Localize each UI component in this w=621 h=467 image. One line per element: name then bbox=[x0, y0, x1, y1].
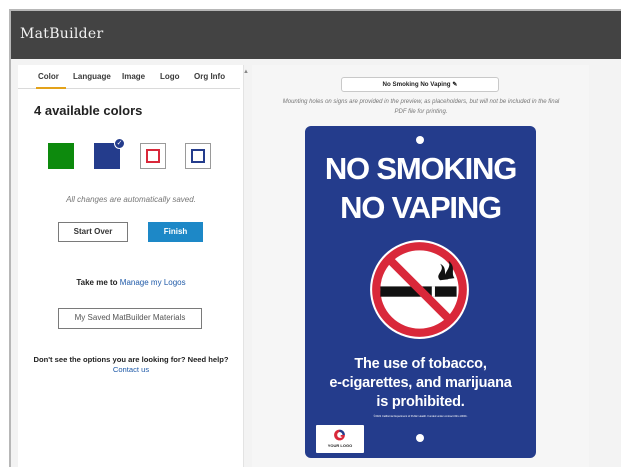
logo-placeholder: YOUR LOGO bbox=[316, 425, 364, 453]
sign-preview: NO SMOKING NO VAPING The use of tobacco,… bbox=[305, 126, 536, 458]
tab-image[interactable]: Image bbox=[122, 72, 145, 81]
tab-color[interactable]: Color bbox=[38, 72, 59, 81]
no-smoking-icon bbox=[370, 240, 469, 339]
logo-mark-icon bbox=[334, 429, 345, 441]
scroll-up-arrow-icon[interactable]: ▲ bbox=[243, 69, 249, 75]
sign-headline-1: NO SMOKING bbox=[324, 151, 517, 186]
saved-materials-button[interactable]: My Saved MatBuilder Materials bbox=[58, 308, 202, 329]
autosave-note: All changes are automatically saved. bbox=[66, 195, 196, 204]
preview-panel: No Smoking No Vaping ✎ Mounting holes on… bbox=[252, 65, 589, 467]
color-swatch-navy[interactable]: ✓ bbox=[94, 138, 125, 169]
workspace: Color Language Image Logo Org Info ▲ 4 a… bbox=[11, 59, 621, 467]
available-colors-heading: 4 available colors bbox=[34, 103, 143, 118]
sign-body-2: e-cigarettes, and marijuana bbox=[329, 375, 512, 391]
mounting-holes-note: Mounting holes on signs are provided in … bbox=[282, 99, 560, 115]
sign-body-3: is prohibited. bbox=[376, 394, 465, 410]
logo-placeholder-text: YOUR LOGO bbox=[327, 443, 353, 448]
start-over-button[interactable]: Start Over bbox=[58, 222, 128, 242]
tab-logo[interactable]: Logo bbox=[160, 72, 180, 81]
color-swatch-red-outline[interactable] bbox=[140, 143, 166, 169]
document-title-field[interactable]: No Smoking No Vaping ✎ bbox=[341, 77, 499, 92]
edit-pencil-icon[interactable]: ✎ bbox=[452, 81, 457, 88]
color-swatch-green[interactable] bbox=[48, 143, 74, 169]
sign-fine-print: ©2021 California Department of Public He… bbox=[373, 415, 468, 418]
app-header: MatBuilder bbox=[11, 11, 621, 59]
option-tabs: Color Language Image Logo Org Info bbox=[18, 65, 240, 89]
browser-frame: MatBuilder Color Language Image Logo Org… bbox=[9, 9, 621, 467]
color-swatch-blue-outline[interactable] bbox=[185, 143, 211, 169]
active-tab-indicator bbox=[36, 87, 66, 89]
contact-us-link[interactable]: Contact us bbox=[18, 365, 244, 374]
sign-headline-2: NO VAPING bbox=[340, 190, 502, 225]
finish-button[interactable]: Finish bbox=[148, 222, 203, 242]
selected-check-icon: ✓ bbox=[114, 138, 125, 149]
document-title: No Smoking No Vaping bbox=[382, 81, 451, 88]
sign-body-1: The use of tobacco, bbox=[354, 356, 487, 372]
tab-org-info[interactable]: Org Info bbox=[194, 72, 225, 81]
manage-logos-link[interactable]: Manage my Logos bbox=[120, 278, 186, 287]
help-question: Don't see the options you are looking fo… bbox=[33, 355, 229, 364]
app-title: MatBuilder bbox=[20, 26, 104, 42]
manage-logos-prefix: Take me to bbox=[76, 278, 118, 287]
options-panel: Color Language Image Logo Org Info ▲ 4 a… bbox=[18, 65, 249, 467]
mounting-hole-bottom bbox=[416, 434, 424, 442]
tab-language[interactable]: Language bbox=[73, 72, 111, 81]
manage-logos-line: Take me to Manage my Logos bbox=[18, 278, 244, 287]
mounting-hole-top bbox=[416, 136, 424, 144]
